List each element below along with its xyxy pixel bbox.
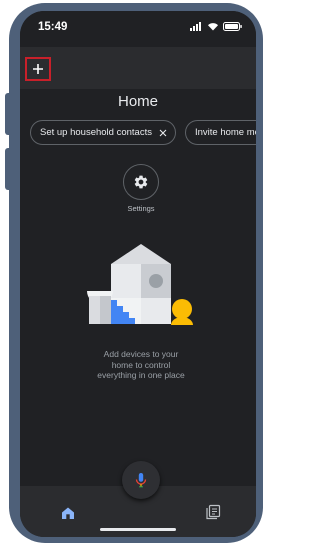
chip-invite-home-members[interactable]: Invite home mem — [184, 120, 256, 145]
phone-screen: 15:49 Home Set up household contacts Inv… — [20, 11, 256, 537]
status-icons — [190, 22, 242, 31]
wifi-icon — [208, 23, 218, 31]
page-title: Home — [117, 93, 158, 110]
chip-label: Invite home mem — [194, 127, 256, 138]
add-button[interactable] — [25, 57, 51, 81]
empty-state-line: home to control — [111, 359, 171, 370]
signal-icon — [190, 22, 201, 31]
feed-icon[interactable] — [205, 504, 221, 520]
empty-state-message: Add devices to your home to control ever… — [58, 349, 224, 381]
assistant-mic-button[interactable] — [122, 461, 160, 499]
close-icon[interactable] — [159, 129, 167, 137]
gear-icon — [134, 175, 148, 189]
volume-down-button — [5, 148, 11, 190]
chip-set-up-household-contacts[interactable]: Set up household contacts — [30, 120, 176, 145]
home-icon[interactable] — [60, 505, 76, 521]
volume-up-button — [5, 93, 11, 135]
empty-state-line: Add devices to your — [103, 349, 179, 359]
suggestion-chips[interactable]: Set up household contacts Invite home me… — [30, 120, 256, 145]
empty-state-line: everything in one place — [97, 370, 185, 380]
mic-icon — [135, 473, 147, 488]
settings-button[interactable] — [123, 164, 159, 200]
plus-icon — [33, 64, 43, 74]
battery-icon — [223, 22, 242, 31]
app-bar — [20, 47, 256, 89]
status-bar: 15:49 — [20, 11, 256, 47]
empty-home-illustration — [87, 244, 193, 325]
chip-label: Set up household contacts — [40, 127, 152, 138]
settings-label: Settings — [127, 204, 155, 213]
status-time: 15:49 — [38, 21, 68, 33]
home-indicator[interactable] — [100, 528, 176, 531]
